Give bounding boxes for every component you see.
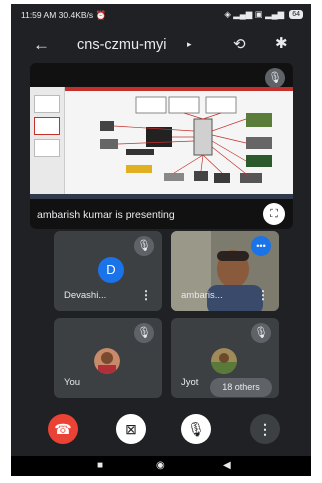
meeting-details-caret-icon[interactable]: ▸: [187, 39, 192, 50]
participant-name: Devashi...: [64, 290, 107, 301]
more-options-icon[interactable]: ⋮: [257, 288, 269, 302]
signal-icon: ◈ ▂▄▆ ▣ ▂▄▆: [224, 9, 285, 19]
fullscreen-icon[interactable]: ⛶: [263, 203, 285, 225]
participant-name: Jyot: [181, 377, 199, 388]
android-nav-bar: ■ ◉ ◀: [11, 456, 311, 476]
status-bar: 11:59 AM 30.4KB/s ⏰ ◈ ▂▄▆ ▣ ▂▄▆ 64: [11, 4, 311, 24]
avatar: D: [98, 257, 124, 283]
more-options-icon[interactable]: ⋮: [140, 288, 152, 302]
presenter-label: ambarish kumar is presenting: [37, 209, 175, 221]
shared-screen-image: [30, 87, 293, 199]
presentation-tile[interactable]: 🎙 ambarish kumar is presenting ⛶: [30, 63, 293, 229]
more-options-button[interactable]: ⋮: [250, 414, 280, 444]
recents-icon[interactable]: ■: [97, 460, 103, 471]
windows-taskbar: [30, 194, 293, 199]
bluetooth-icon[interactable]: ✱: [275, 34, 288, 52]
mic-off-icon: 🎙: [134, 236, 154, 256]
computer-diagram-image: [100, 96, 272, 183]
avatar: [211, 348, 237, 374]
participant-tile-self[interactable]: 🎙 You: [54, 318, 162, 398]
home-icon[interactable]: ◉: [156, 460, 165, 471]
participant-name: ambaris...: [181, 290, 223, 301]
meeting-header: ← cns-czmu-myi ▸ ⟲ ✱: [11, 28, 311, 60]
meeting-code[interactable]: cns-czmu-myi: [77, 37, 166, 53]
mic-off-icon: 🎙: [265, 68, 285, 88]
status-time: 11:59 AM 30.4KB/s ⏰: [21, 10, 107, 20]
participant-tile[interactable]: 🎙 D Devashi... ⋮: [54, 231, 162, 311]
back-icon[interactable]: ◀: [223, 460, 231, 471]
end-call-button[interactable]: ☎: [48, 414, 78, 444]
slide-thumb: [34, 139, 60, 157]
status-icons: ◈ ▂▄▆ ▣ ▂▄▆ 64: [224, 9, 303, 20]
mic-off-icon: 🎙: [134, 323, 154, 343]
switch-camera-icon[interactable]: ⟲: [233, 35, 246, 53]
camera-off-button[interactable]: ⊠: [116, 414, 146, 444]
slide-thumb: [34, 95, 60, 113]
slide-thumbnails: [30, 87, 65, 195]
slide-thumb: [34, 117, 60, 135]
battery-icon: 64: [289, 10, 303, 19]
avatar: [94, 348, 120, 374]
others-badge[interactable]: 18 others: [210, 378, 272, 397]
meet-screen: 11:59 AM 30.4KB/s ⏰ ◈ ▂▄▆ ▣ ▂▄▆ 64 ← cns…: [11, 4, 311, 476]
back-arrow-icon[interactable]: ←: [33, 35, 50, 55]
mic-off-icon: 🎙: [251, 323, 271, 343]
participant-name: You: [64, 377, 81, 388]
speaking-indicator-icon: •••: [251, 236, 271, 256]
participant-tile[interactable]: ••• ambaris... ⋮: [171, 231, 279, 311]
mic-off-button[interactable]: 🎙: [181, 414, 211, 444]
